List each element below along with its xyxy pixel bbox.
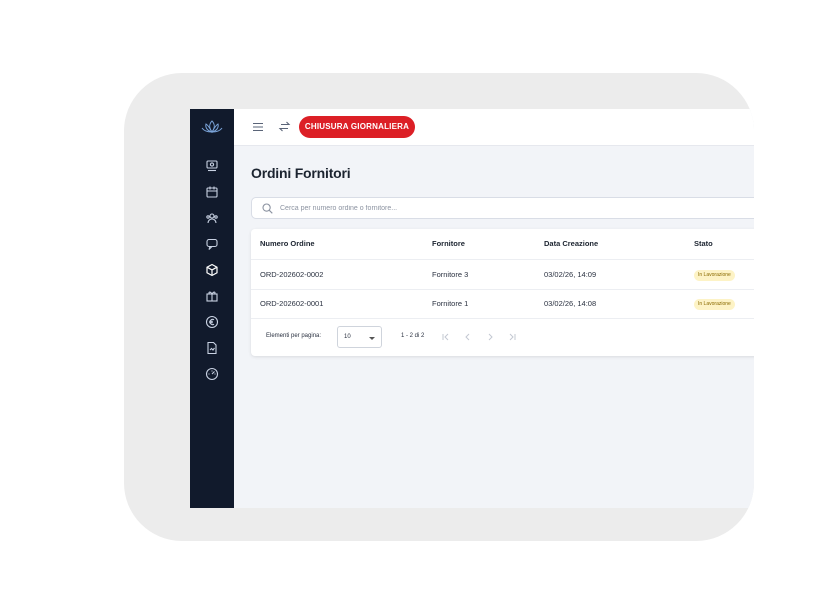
supplier-name: Fornitore 3 [432, 270, 469, 279]
search-icon [262, 203, 273, 214]
page-range-label: 1 - 2 di 2 [401, 333, 425, 339]
table-row[interactable]: ORD-202602-0002 Fornitore 3 03/02/26, 14… [251, 260, 754, 290]
calendar-icon[interactable] [205, 185, 219, 199]
device-frame: CHIUSURA GIORNALIERA Ordini Fornitori Nu… [124, 73, 754, 541]
status-badge: In Lavorazione [694, 298, 735, 310]
column-header-numero-ordine[interactable]: Numero Ordine [260, 229, 315, 259]
status-badge: In Lavorazione [694, 269, 735, 281]
status-cell: In Lavorazione [694, 260, 735, 289]
sidebar [190, 109, 234, 508]
box-icon[interactable] [205, 263, 219, 277]
page-title: Ordini Fornitori [251, 165, 351, 181]
dashboard-icon[interactable] [205, 367, 219, 381]
order-number: ORD-202602-0002 [260, 270, 324, 279]
chiusura-giornaliera-button[interactable]: CHIUSURA GIORNALIERA [299, 116, 415, 138]
supplier-name: Fornitore 1 [432, 299, 469, 308]
search-input[interactable] [280, 200, 740, 216]
order-number: ORD-202602-0001 [260, 299, 324, 308]
items-per-page-label: Elementi per pagina: [266, 333, 322, 339]
document-icon[interactable] [205, 341, 219, 355]
chat-icon[interactable] [205, 237, 219, 251]
last-page-icon[interactable] [507, 332, 517, 342]
status-cell: In Lavorazione [694, 289, 735, 318]
page-size-value: 10 [344, 334, 351, 340]
orders-table-card: Numero Ordine Fornitore Data Creazione S… [251, 229, 754, 356]
cash-register-icon[interactable] [205, 159, 219, 173]
hamburger-menu-icon[interactable] [252, 121, 264, 133]
creation-date: 03/02/26, 14:09 [544, 270, 597, 279]
chevron-down-icon [369, 337, 375, 340]
column-header-stato[interactable]: Stato [694, 229, 713, 259]
topbar: CHIUSURA GIORNALIERA [234, 109, 754, 146]
table-header: Numero Ordine Fornitore Data Creazione S… [251, 229, 754, 260]
lotus-logo-icon[interactable] [201, 119, 223, 135]
first-page-icon[interactable] [441, 332, 451, 342]
column-header-fornitore[interactable]: Fornitore [432, 229, 465, 259]
app-screen: CHIUSURA GIORNALIERA Ordini Fornitori Nu… [190, 109, 754, 508]
next-page-icon[interactable] [485, 332, 495, 342]
paginator: Elementi per pagina: 10 1 - 2 di 2 [251, 323, 754, 351]
page-size-select[interactable]: 10 [337, 326, 382, 348]
gift-icon[interactable] [205, 289, 219, 303]
euro-icon[interactable] [205, 315, 219, 329]
users-icon[interactable] [205, 211, 219, 225]
swap-arrows-icon[interactable] [278, 120, 291, 133]
creation-date: 03/02/26, 14:08 [544, 299, 597, 308]
table-row[interactable]: ORD-202602-0001 Fornitore 1 03/02/26, 14… [251, 289, 754, 319]
column-header-data-creazione[interactable]: Data Creazione [544, 229, 598, 259]
search-box[interactable] [251, 197, 754, 219]
previous-page-icon[interactable] [463, 332, 473, 342]
